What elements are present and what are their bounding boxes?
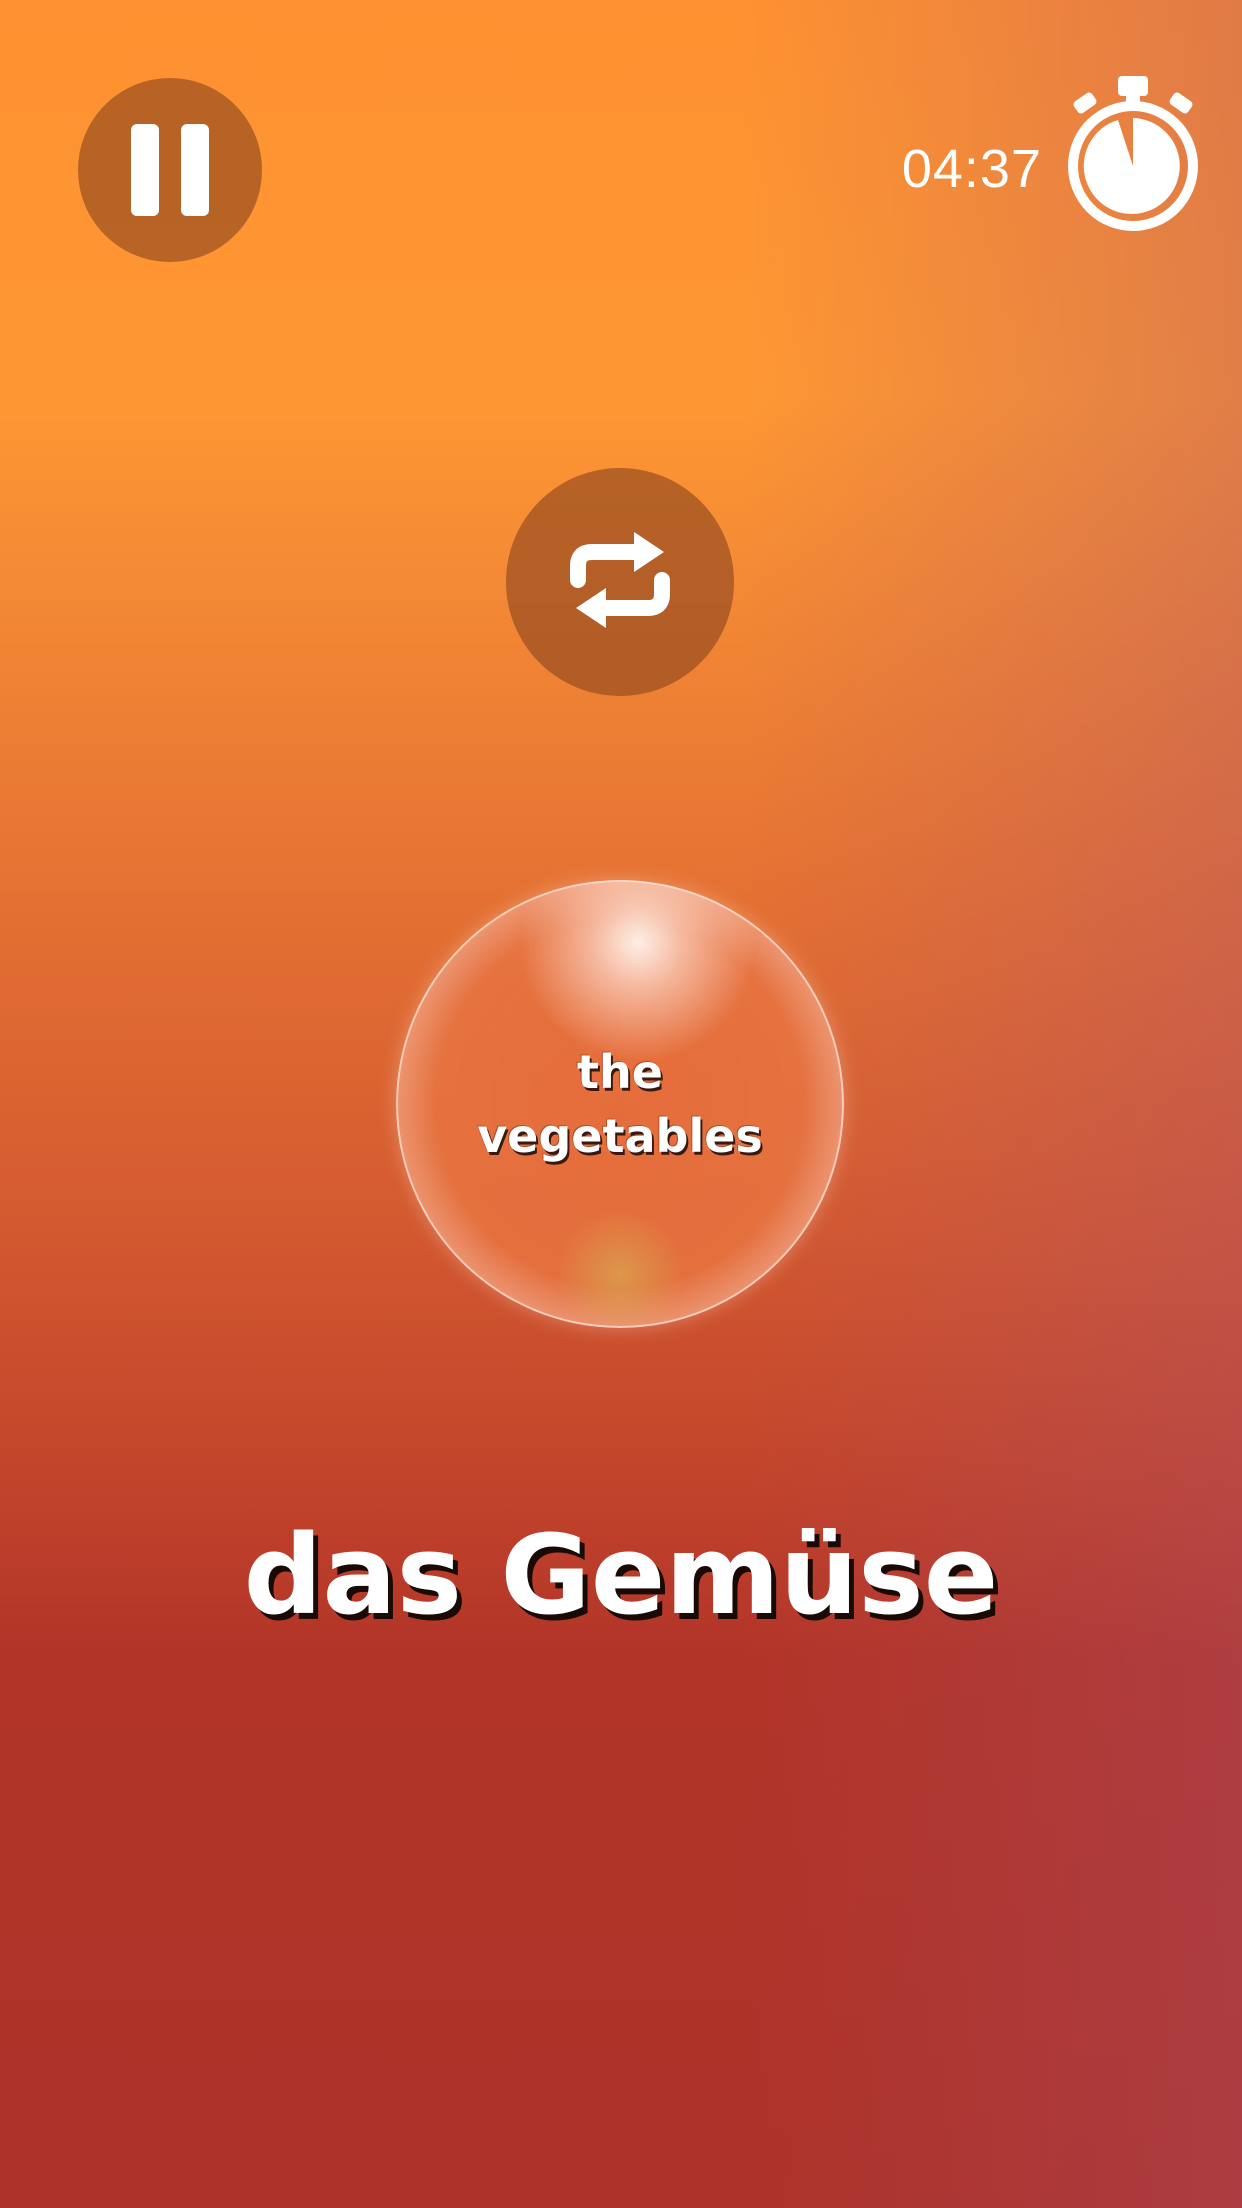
pause-icon [120, 124, 220, 216]
pause-button[interactable] [78, 78, 262, 262]
bubble-line-2: vegetables [477, 1109, 763, 1163]
stopwatch-icon [1066, 74, 1200, 236]
repeat-button[interactable] [506, 468, 734, 696]
timer-display: 04:37 [901, 139, 1042, 199]
target-word: das Gemüse [243, 1511, 999, 1639]
repeat-icon [564, 524, 676, 641]
answer-bubble[interactable]: the vegetables [396, 880, 844, 1328]
bubble-line-1: the [577, 1045, 663, 1099]
top-bar: 04:37 [0, 0, 1242, 300]
bubble-translation: the vegetables [396, 1040, 844, 1168]
